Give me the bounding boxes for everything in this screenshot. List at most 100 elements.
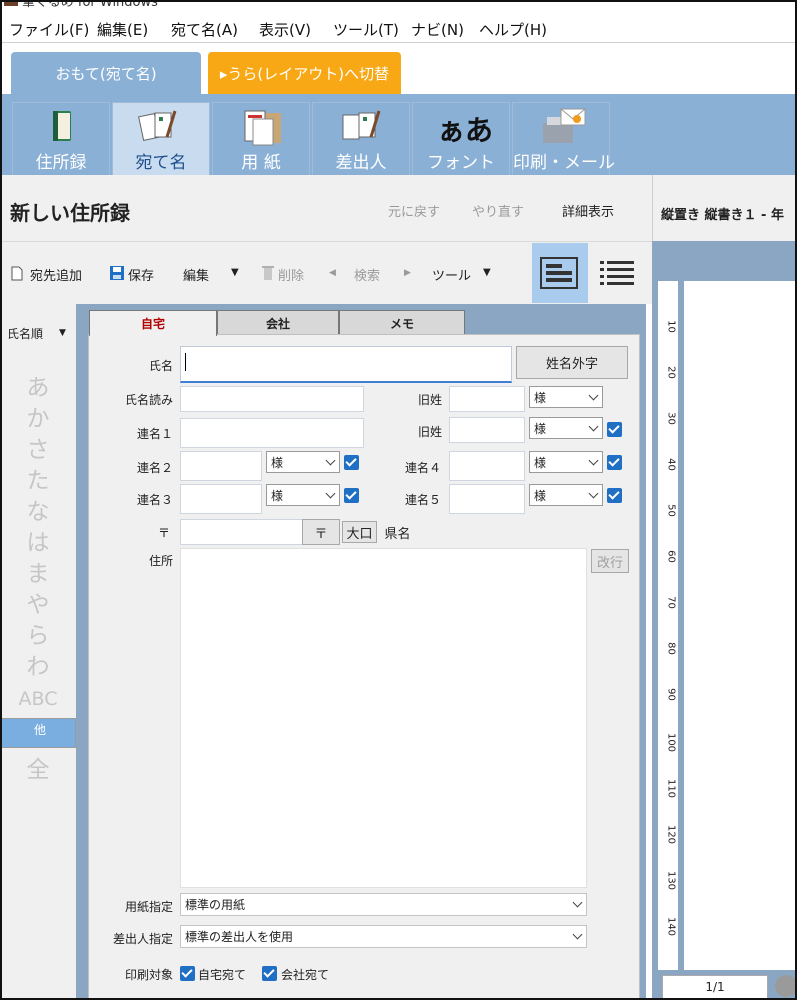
honorific-select-joint1[interactable]: 様 <box>529 417 603 439</box>
address-toolbar: 宛先追加 保存 編集 ▼ 削除 ◀ 検索 ▶ ツール ▼ <box>0 241 652 304</box>
print-target-label: 印刷対象 <box>125 968 174 982</box>
address-textarea[interactable] <box>180 548 587 888</box>
index-abc[interactable]: ABC <box>0 688 76 710</box>
joint4-input[interactable] <box>449 451 525 481</box>
name-input[interactable] <box>180 346 512 383</box>
zip-lookup-button[interactable]: 〒 <box>302 519 340 545</box>
menu-file[interactable]: ファイル(F) <box>9 19 89 40</box>
index-wa[interactable]: わ <box>0 647 76 681</box>
ruler-tick: 20 <box>665 366 677 379</box>
delete-button[interactable]: 削除 <box>278 265 304 284</box>
ribbon-address-book-button[interactable]: 住所録 <box>12 102 110 176</box>
add-entry-button[interactable]: 宛先追加 <box>30 265 82 284</box>
tools-dropdown-icon[interactable]: ▼ <box>483 267 491 278</box>
index-ya[interactable]: や <box>0 585 76 619</box>
ruler-tick: 100 <box>665 732 677 753</box>
ribbon-paper-button[interactable]: 用 紙 <box>212 102 310 176</box>
detail-view-button[interactable]: 詳細表示 <box>562 201 614 220</box>
save-button[interactable]: 保存 <box>128 265 154 284</box>
sender-select[interactable]: 標準の差出人を使用 <box>180 925 587 948</box>
ruler-tick: 50 <box>665 504 677 517</box>
search-prev-icon[interactable]: ◀ <box>329 268 336 278</box>
index-other[interactable]: 他 <box>0 718 76 748</box>
tab-switch-layout[interactable]: ▸うら(レイアウト)へ切替 <box>208 52 401 94</box>
ribbon-font-button[interactable]: ぁあ フォント <box>412 102 510 176</box>
index-sa[interactable]: さ <box>0 430 76 464</box>
edit-dropdown-icon[interactable]: ▼ <box>231 267 239 278</box>
chevron-down-icon <box>325 488 336 499</box>
undo-button[interactable]: 元に戻す <box>388 201 440 220</box>
list-view-button[interactable] <box>592 243 642 303</box>
honorific-value: 様 <box>534 456 547 470</box>
tab-front-address[interactable]: おもて(宛て名) <box>11 52 201 94</box>
joint2-checkbox[interactable] <box>344 455 359 470</box>
search-button[interactable]: 検索 <box>354 265 380 284</box>
joint1-checkbox[interactable] <box>607 422 622 437</box>
old-name-input[interactable] <box>449 386 525 412</box>
print-company-label: 会社宛て <box>281 968 330 982</box>
honorific-value: 様 <box>271 489 284 503</box>
honorific-select-joint4[interactable]: 様 <box>529 451 603 473</box>
search-next-icon[interactable]: ▶ <box>404 268 411 278</box>
large-code-button[interactable]: 大口 <box>342 521 377 543</box>
joint1-old-name-input[interactable] <box>449 417 525 443</box>
joint5-input[interactable] <box>449 484 525 514</box>
card-view-button[interactable] <box>532 243 588 303</box>
index-ra[interactable]: ら <box>0 616 76 650</box>
joint2-input[interactable] <box>180 451 262 481</box>
ribbon-recipient-button[interactable]: 宛て名 <box>112 102 210 176</box>
sort-order-dropdown[interactable]: 氏名順 <box>7 325 43 342</box>
joint3-checkbox[interactable] <box>344 488 359 503</box>
joint4-checkbox[interactable] <box>607 455 622 470</box>
index-ta[interactable]: た <box>0 461 76 495</box>
index-ha[interactable]: は <box>0 523 76 557</box>
index-ka[interactable]: か <box>0 399 76 433</box>
menu-view[interactable]: 表示(V) <box>259 19 311 40</box>
honorific-select-joint5[interactable]: 様 <box>529 484 603 506</box>
honorific-select-joint2[interactable]: 様 <box>266 451 340 473</box>
tools-menu-button[interactable]: ツール <box>432 265 471 284</box>
honorific-select-name[interactable]: 様 <box>529 386 603 408</box>
menu-tools[interactable]: ツール(T) <box>333 19 399 40</box>
menu-navi[interactable]: ナビ(N) <box>411 19 464 40</box>
print-company-checkbox[interactable] <box>262 966 277 981</box>
ribbon-sender-button[interactable]: 差出人 <box>312 102 410 176</box>
address-book-icon <box>53 111 71 141</box>
reading-input[interactable] <box>180 386 364 412</box>
newline-button[interactable]: 改行 <box>591 549 629 573</box>
edit-menu-button[interactable]: 編集 <box>183 265 209 284</box>
honorific-select-joint3[interactable]: 様 <box>266 484 340 506</box>
ribbon-print-mail-button[interactable]: 印刷・メール <box>512 102 615 176</box>
index-na[interactable]: な <box>0 492 76 526</box>
paper-value: 標準の用紙 <box>185 898 246 912</box>
honorific-value: 様 <box>534 422 547 436</box>
menu-edit[interactable]: 編集(E) <box>97 19 148 40</box>
postcard-preview[interactable] <box>684 281 797 970</box>
zip-input[interactable] <box>180 519 304 545</box>
tab-home[interactable]: 自宅 <box>89 310 217 336</box>
print-home-checkbox[interactable] <box>180 966 195 981</box>
joint1-input[interactable] <box>180 418 364 448</box>
card-view-icon <box>540 257 578 289</box>
index-a[interactable]: あ <box>0 368 76 402</box>
prefecture-button[interactable]: 県名 <box>380 521 415 543</box>
tab-memo[interactable]: メモ <box>339 310 465 336</box>
index-ma[interactable]: ま <box>0 554 76 588</box>
sender-label: 差出人指定 <box>113 932 174 946</box>
tab-company[interactable]: 会社 <box>217 310 339 336</box>
paper-select[interactable]: 標準の用紙 <box>180 893 587 916</box>
joint3-input[interactable] <box>180 484 262 514</box>
index-all[interactable]: 全 <box>0 750 76 784</box>
name-external-char-button[interactable]: 姓名外字 <box>516 346 628 379</box>
menu-address[interactable]: 宛て名(A) <box>171 19 238 40</box>
redo-button[interactable]: やり直す <box>472 201 524 220</box>
vertical-ruler: 10 20 30 40 50 60 70 80 90 100 110 120 1… <box>658 281 678 970</box>
zoom-handle-icon[interactable] <box>775 975 797 997</box>
joint5-checkbox[interactable] <box>607 488 622 503</box>
menu-bar: ファイル(F) 編集(E) 宛て名(A) 表示(V) ツール(T) ナビ(N) … <box>0 14 797 42</box>
sort-dropdown-icon[interactable]: ▼ <box>59 328 66 338</box>
honorific-value: 様 <box>271 456 284 470</box>
joint4-label: 連名４ <box>405 461 442 475</box>
window-title: 筆ぐるめ for Windows <box>22 0 158 8</box>
menu-help[interactable]: ヘルプ(H) <box>479 19 547 40</box>
